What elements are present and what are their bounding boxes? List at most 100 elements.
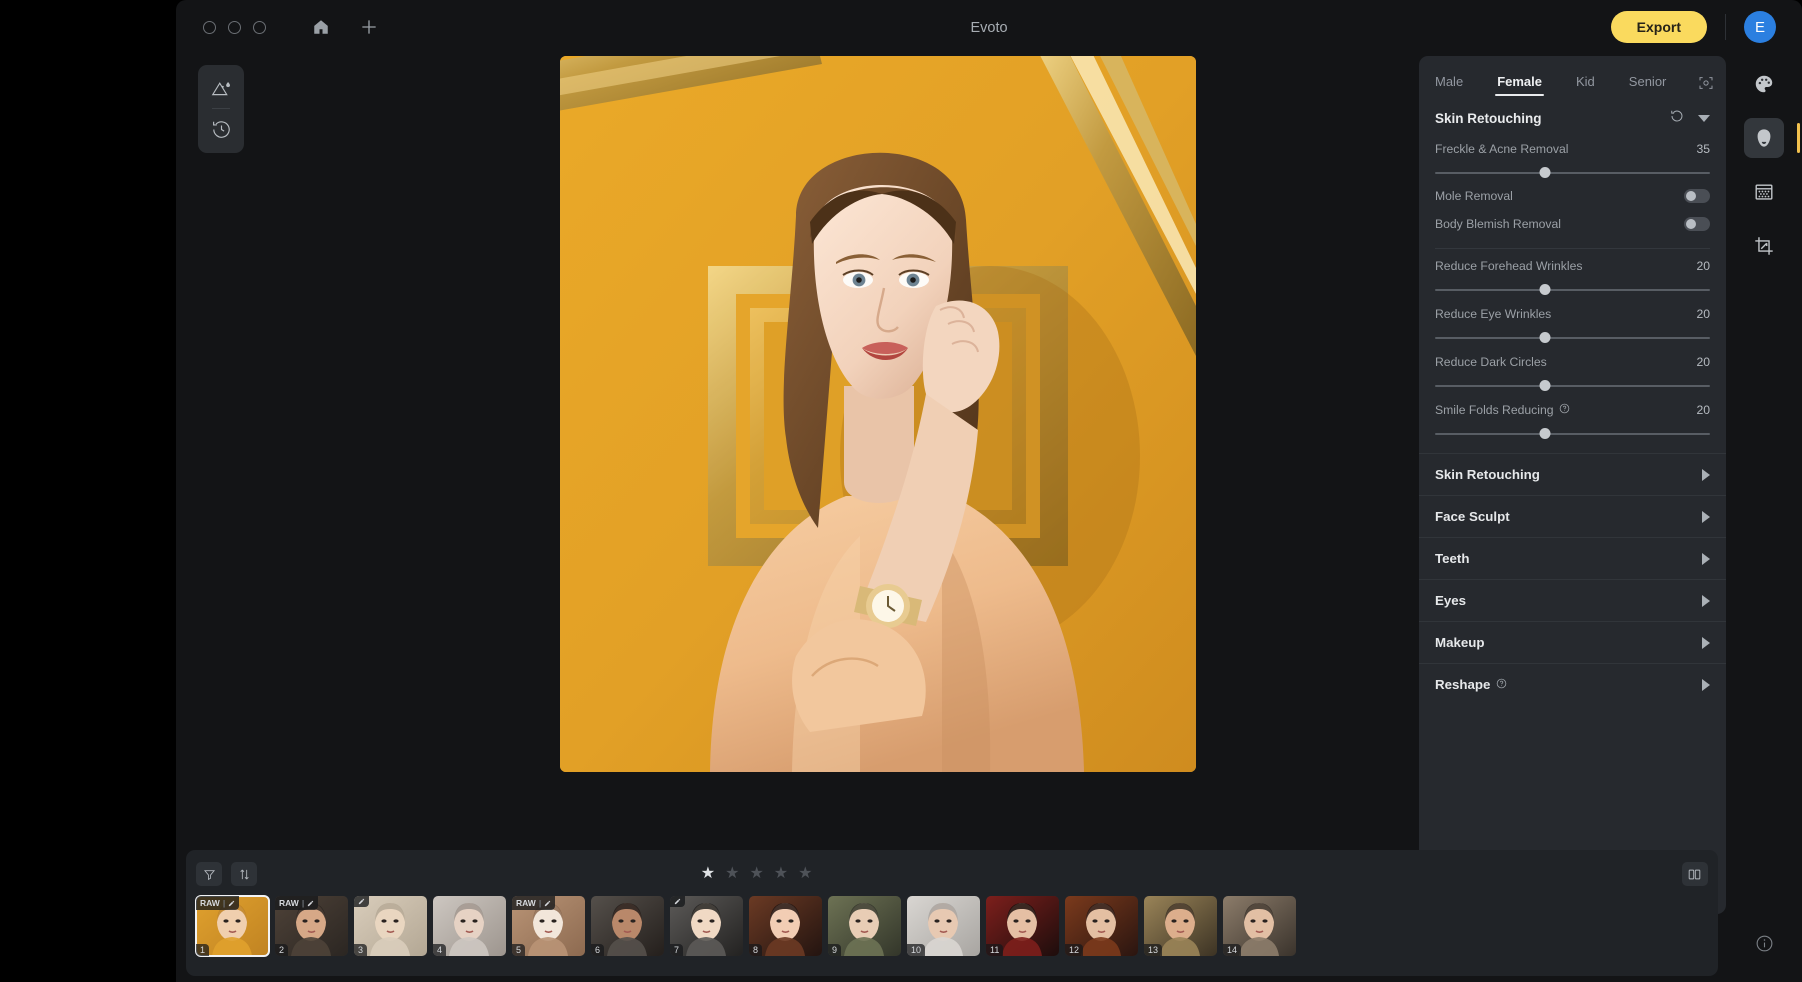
- thumbnail-8[interactable]: 8: [749, 896, 822, 956]
- edited-pencil-icon: [228, 900, 235, 907]
- section-eyes[interactable]: Eyes: [1419, 579, 1726, 621]
- sort-icon[interactable]: [231, 862, 257, 886]
- thumbnail-11[interactable]: 11: [986, 896, 1059, 956]
- raw-label: RAW: [516, 898, 536, 908]
- crop-transform-icon[interactable]: [1744, 226, 1784, 266]
- slider-knob[interactable]: [1540, 167, 1551, 178]
- thumbnail-14[interactable]: 14: [1223, 896, 1296, 956]
- control-value: 20: [1696, 259, 1710, 273]
- tab-female[interactable]: Female: [1495, 70, 1544, 96]
- thumbnail-index: 9: [828, 944, 841, 956]
- thumbnail-7[interactable]: 7: [670, 896, 743, 956]
- help-icon[interactable]: [1496, 677, 1507, 692]
- main-photo-preview[interactable]: [560, 56, 1196, 772]
- info-icon[interactable]: [1755, 934, 1774, 958]
- chevron-down-icon[interactable]: [1698, 115, 1710, 122]
- section-makeup[interactable]: Makeup: [1419, 621, 1726, 663]
- control-label: Reduce Eye Wrinkles: [1435, 307, 1551, 321]
- thumbnail-5[interactable]: RAW|5: [512, 896, 585, 956]
- thumbnail-13[interactable]: 13: [1144, 896, 1217, 956]
- thumbnail-1[interactable]: RAW|1: [196, 896, 269, 956]
- slider-freckle-acne-removal[interactable]: [1435, 164, 1710, 182]
- chevron-right-icon: [1702, 637, 1710, 649]
- face-detect-icon[interactable]: [1698, 75, 1714, 91]
- thumbnail-10[interactable]: 10: [907, 896, 980, 956]
- raw-badge: RAW|: [196, 896, 239, 910]
- thumbnail-9[interactable]: 9: [828, 896, 901, 956]
- section-teeth[interactable]: Teeth: [1419, 537, 1726, 579]
- home-icon[interactable]: [306, 12, 336, 42]
- star-rating[interactable]: ★ ★ ★ ★ ★: [701, 866, 813, 882]
- window-maximize-button[interactable]: [228, 21, 241, 34]
- thumbnail-list: RAW|1RAW|234RAW|567891011121314: [196, 896, 1708, 956]
- toggle-switch[interactable]: [1684, 217, 1710, 231]
- slider-knob[interactable]: [1540, 380, 1551, 391]
- chevron-right-icon: [1702, 469, 1710, 481]
- slider-track: [1435, 433, 1710, 435]
- landscape-water-icon[interactable]: [206, 74, 236, 102]
- slider-reduce-eye-wrinkles[interactable]: [1435, 329, 1710, 347]
- help-icon[interactable]: [1559, 403, 1570, 417]
- thumbnail-4[interactable]: 4: [433, 896, 506, 956]
- tab-senior[interactable]: Senior: [1627, 70, 1669, 96]
- raw-label: RAW: [279, 898, 299, 908]
- background-grid-icon[interactable]: [1744, 172, 1784, 212]
- slider-smile-folds-reducing[interactable]: [1435, 425, 1710, 443]
- chevron-right-icon: [1702, 553, 1710, 565]
- star-4[interactable]: ★: [774, 866, 788, 882]
- slider-knob[interactable]: [1540, 428, 1551, 439]
- tab-male[interactable]: Male: [1433, 70, 1465, 96]
- edited-pencil-icon: [674, 898, 681, 905]
- section-label: Teeth: [1435, 551, 1469, 566]
- section-skin-retouching[interactable]: Skin Retouching: [1419, 453, 1726, 495]
- edited-pencil-icon: [358, 898, 365, 905]
- thumbnail-3[interactable]: 3: [354, 896, 427, 956]
- window-controls: [203, 21, 266, 34]
- palette-icon[interactable]: [1744, 64, 1784, 104]
- compare-view-icon[interactable]: [1682, 862, 1708, 886]
- window-close-button[interactable]: [253, 21, 266, 34]
- section-label: Face Sculpt: [1435, 509, 1510, 524]
- plus-icon[interactable]: [354, 12, 384, 42]
- history-clock-icon[interactable]: [206, 115, 236, 143]
- thumbnail-6[interactable]: 6: [591, 896, 664, 956]
- raw-badge: RAW|: [275, 896, 318, 910]
- slider-reduce-forehead-wrinkles[interactable]: [1435, 281, 1710, 299]
- face-icon[interactable]: [1744, 118, 1784, 158]
- tab-kid[interactable]: Kid: [1574, 70, 1597, 96]
- thumbnail-index: 2: [275, 944, 288, 956]
- control-smile-folds-reducing: Smile Folds Reducing 20: [1419, 395, 1726, 443]
- toggle-switch[interactable]: [1684, 189, 1710, 203]
- window-minimize-button[interactable]: [203, 21, 216, 34]
- avatar[interactable]: E: [1744, 11, 1776, 43]
- reset-icon[interactable]: [1670, 109, 1684, 128]
- thumbnail-index: 10: [907, 944, 925, 956]
- export-button[interactable]: Export: [1611, 11, 1707, 43]
- star-3[interactable]: ★: [749, 866, 763, 882]
- slider-knob[interactable]: [1540, 284, 1551, 295]
- slider-track: [1435, 385, 1710, 387]
- toggle-body-blemish-removal[interactable]: Body Blemish Removal: [1419, 210, 1726, 238]
- thumbnail-index: 6: [591, 944, 604, 956]
- thumbnail-index: 14: [1223, 944, 1241, 956]
- edited-pencil-icon: [307, 900, 314, 907]
- star-1[interactable]: ★: [701, 866, 715, 882]
- section-face-sculpt[interactable]: Face Sculpt: [1419, 495, 1726, 537]
- slider-track: [1435, 337, 1710, 339]
- star-5[interactable]: ★: [798, 866, 812, 882]
- control-label: Reduce Dark Circles: [1435, 355, 1547, 369]
- control-label: Reduce Forehead Wrinkles: [1435, 259, 1582, 273]
- thumbnail-index: 8: [749, 944, 762, 956]
- section-reshape[interactable]: Reshape: [1419, 663, 1726, 705]
- filter-icon[interactable]: [196, 862, 222, 886]
- thumbnail-index: 4: [433, 944, 446, 956]
- star-2[interactable]: ★: [725, 866, 739, 882]
- thumbnail-2[interactable]: RAW| 2: [275, 896, 348, 956]
- toggle-mole-removal[interactable]: Mole Removal: [1419, 182, 1726, 210]
- section-label: Makeup: [1435, 635, 1485, 650]
- control-value: 35: [1696, 142, 1710, 156]
- title-bar: Evoto Export E: [176, 0, 1802, 54]
- thumbnail-12[interactable]: 12: [1065, 896, 1138, 956]
- slider-knob[interactable]: [1540, 332, 1551, 343]
- slider-reduce-dark-circles[interactable]: [1435, 377, 1710, 395]
